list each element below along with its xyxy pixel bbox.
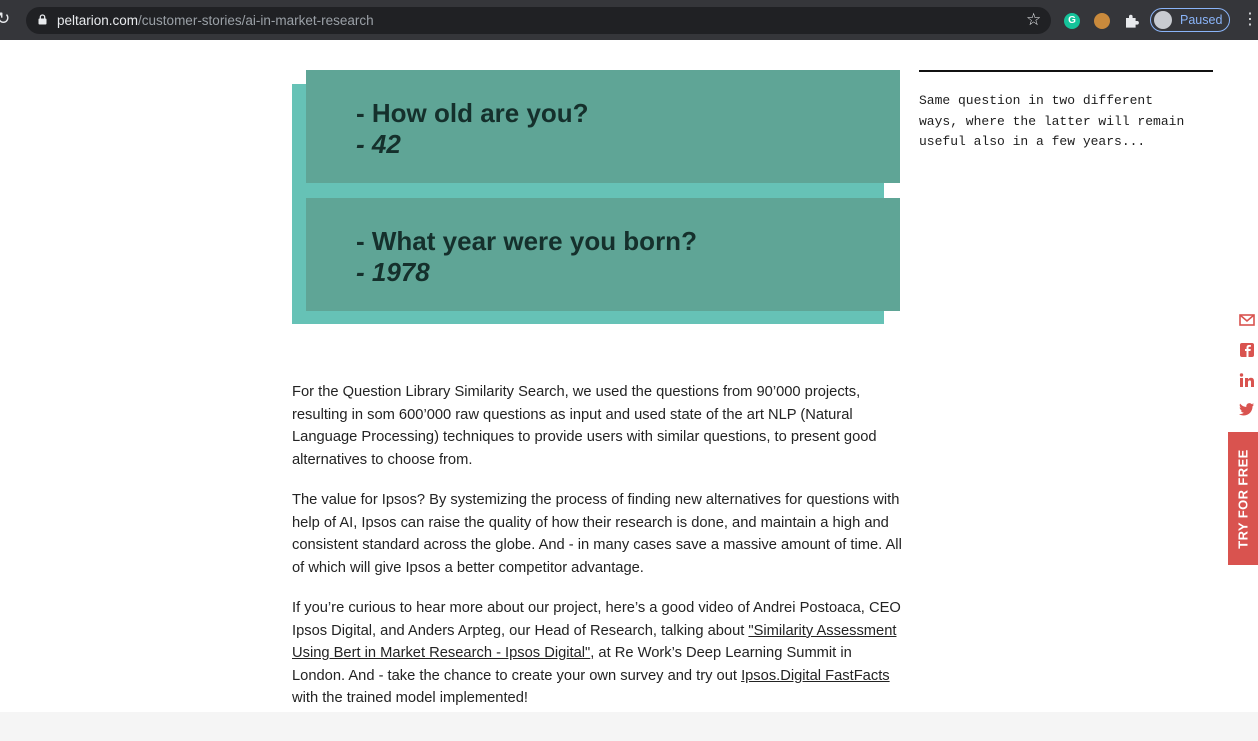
side-note-divider [919, 70, 1213, 72]
birth-year-question: - What year were you born? [356, 226, 697, 256]
browser-toolbar: ↻ peltarion.com/customer-stories/ai-in-m… [0, 0, 1258, 40]
try-for-free-label: TRY FOR FREE [1235, 448, 1251, 549]
age-answer: - 42 [356, 129, 401, 159]
extensions-puzzle-icon[interactable] [1123, 12, 1141, 30]
email-icon[interactable] [1238, 311, 1256, 329]
url-domain: peltarion.com [57, 13, 139, 28]
paragraph-value-for-ipsos: The value for Ipsos? By systemizing the … [292, 492, 902, 576]
profile-status-label: Paused [1180, 13, 1223, 27]
question-illustration: - How old are you? - 42 - What year were… [292, 70, 900, 325]
url-path: /customer-stories/ai-in-market-research [138, 13, 374, 28]
paragraph-video-reference: If you’re curious to hear more about our… [292, 597, 904, 710]
article-body: For the Question Library Similarity Sear… [292, 381, 904, 728]
side-note: Same question in two different ways, whe… [919, 93, 1185, 149]
cookie-extension-icon[interactable] [1094, 13, 1110, 29]
page-bottom-band [0, 712, 1258, 741]
try-for-free-button[interactable]: TRY FOR FREE [1228, 432, 1258, 565]
birth-year-answer: - 1978 [356, 257, 430, 287]
bookmark-star-icon[interactable]: ☆ [1026, 10, 1041, 30]
twitter-icon[interactable] [1238, 400, 1256, 418]
url-text[interactable]: peltarion.com/customer-stories/ai-in-mar… [57, 13, 374, 29]
age-question: - How old are you? [356, 98, 589, 128]
paragraph-similarity-search: For the Question Library Similarity Sear… [292, 384, 877, 468]
paragraph-text: with the trained model implemented! [292, 690, 528, 706]
fastfacts-link[interactable]: Ipsos.Digital FastFacts [741, 668, 890, 684]
lock-icon [38, 14, 47, 25]
age-question-card: - How old are you? - 42 [306, 70, 900, 183]
reload-icon[interactable]: ↻ [0, 9, 12, 29]
grammarly-extension-icon[interactable]: G [1064, 13, 1080, 29]
profile-button[interactable]: Paused [1150, 8, 1230, 32]
facebook-icon[interactable] [1238, 341, 1256, 359]
birth-year-question-card: - What year were you born? - 1978 [306, 198, 900, 311]
more-menu-icon[interactable]: ⋮ [1242, 10, 1258, 30]
profile-avatar-icon [1154, 11, 1172, 29]
linkedin-icon[interactable] [1238, 371, 1256, 389]
